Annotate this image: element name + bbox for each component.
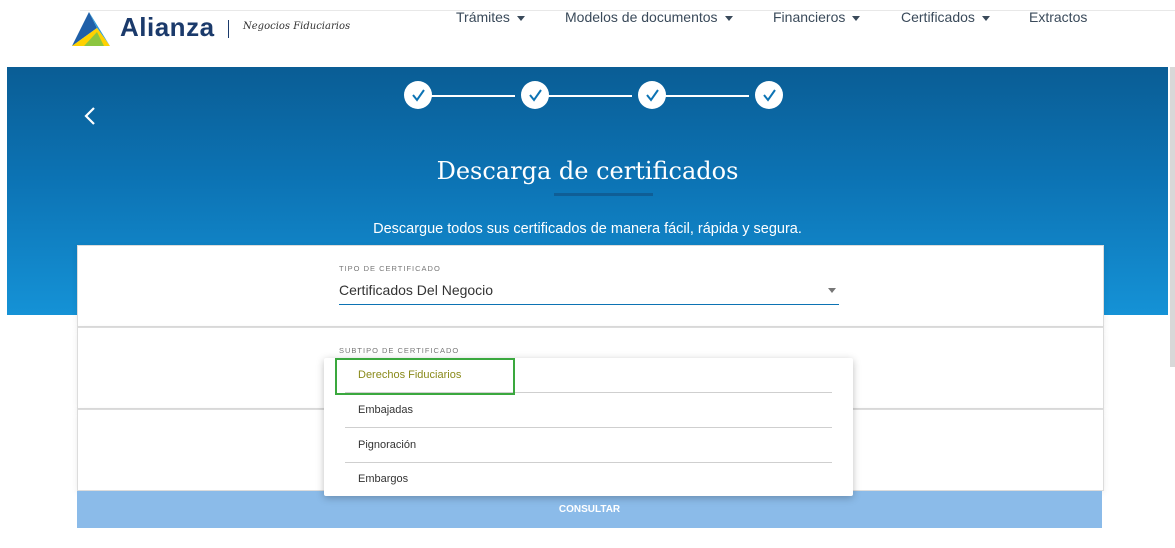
page-subtitle: Descargue todos sus certificados de mane…	[373, 221, 802, 237]
nav-modelos-documentos[interactable]: Modelos de documentos	[565, 9, 733, 25]
title-underline	[554, 193, 653, 196]
step-2	[521, 81, 549, 109]
nav-label: Modelos de documentos	[565, 9, 718, 25]
back-chevron-icon[interactable]	[82, 106, 98, 126]
caret-down-icon	[852, 15, 861, 21]
option-label: Embargos	[358, 473, 409, 485]
option-pignoracion[interactable]: Pignoración	[345, 428, 832, 462]
nav-label: Trámites	[456, 9, 510, 25]
option-embargos[interactable]: Embargos	[345, 462, 832, 496]
page-title: Descarga de certificados	[436, 157, 739, 185]
step-3	[638, 81, 666, 109]
caret-down-icon[interactable]	[828, 288, 836, 293]
progress-stepper	[397, 80, 797, 110]
nav-tramites[interactable]: Trámites	[456, 9, 525, 25]
nav-label: Certificados	[901, 9, 975, 25]
caret-down-icon	[516, 15, 525, 21]
tipo-certificado-underline	[339, 304, 839, 305]
step-connector	[429, 95, 515, 97]
nav-label: Financieros	[773, 9, 846, 25]
option-label: Pignoración	[358, 439, 417, 451]
caret-down-icon	[981, 15, 990, 21]
step-connector	[663, 95, 749, 97]
subtipo-certificado-label: SUBTIPO DE CERTIFICADO	[339, 346, 460, 355]
check-icon	[763, 89, 776, 102]
tipo-certificado-select[interactable]: Certificados Del Negocio	[339, 282, 493, 298]
option-label: Embajadas	[358, 404, 414, 416]
top-header: Alianza Negocios Fiduciarios Trámites Mo…	[0, 0, 1175, 64]
caret-down-icon	[724, 15, 733, 21]
alianza-logo-icon[interactable]	[70, 10, 112, 48]
nav-label: Extractos	[1029, 9, 1088, 25]
step-1	[404, 81, 432, 109]
brand-separator	[228, 20, 229, 38]
brand-name[interactable]: Alianza	[120, 12, 215, 43]
check-icon	[646, 89, 659, 102]
tipo-certificado-card: TIPO DE CERTIFICADO Certificados Del Neg…	[77, 245, 1104, 327]
nav-certificados[interactable]: Certificados	[901, 9, 990, 25]
step-4	[755, 81, 783, 109]
brand-subtitle: Negocios Fiduciarios	[243, 21, 351, 32]
option-embajadas[interactable]: Embajadas	[345, 393, 832, 427]
check-icon	[529, 89, 542, 102]
nav-financieros[interactable]: Financieros	[773, 9, 861, 25]
scrollbar[interactable]	[1170, 67, 1175, 367]
tipo-certificado-label: TIPO DE CERTIFICADO	[339, 264, 441, 273]
nav-extractos[interactable]: Extractos	[1029, 9, 1087, 25]
selection-highlight-box	[335, 358, 515, 395]
consultar-button[interactable]: CONSULTAR	[77, 491, 1102, 528]
step-connector	[546, 95, 632, 97]
check-icon	[412, 89, 425, 102]
